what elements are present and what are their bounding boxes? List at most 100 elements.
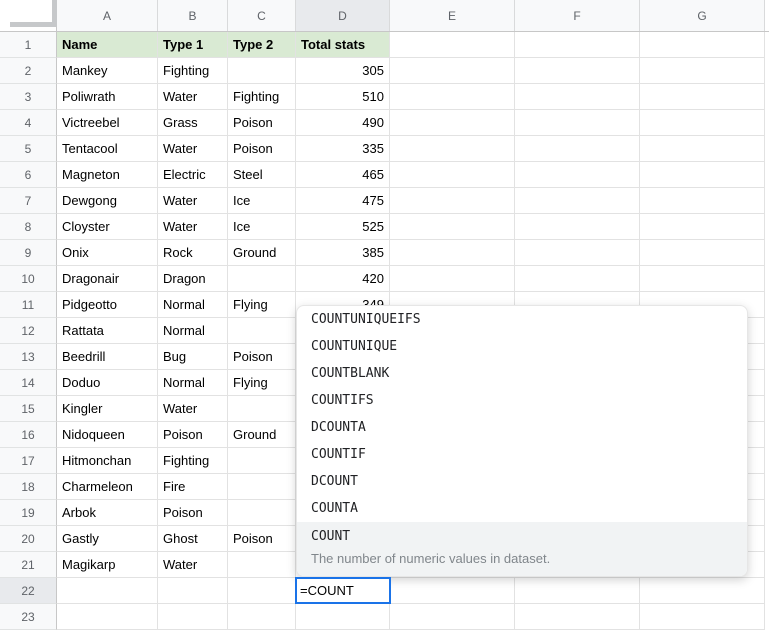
cell[interactable] <box>640 578 765 604</box>
autocomplete-item[interactable]: COUNTIFS <box>297 387 747 414</box>
cell[interactable] <box>390 136 515 162</box>
cell[interactable]: 525 <box>296 214 390 240</box>
cell[interactable] <box>515 58 640 84</box>
row-header[interactable]: 1 <box>0 32 57 58</box>
column-header[interactable]: B <box>158 0 228 31</box>
cell[interactable] <box>390 578 515 604</box>
cell[interactable] <box>390 84 515 110</box>
cell[interactable]: Water <box>158 552 228 578</box>
cell[interactable] <box>228 474 296 500</box>
cell[interactable]: Water <box>158 136 228 162</box>
cell[interactable] <box>640 188 765 214</box>
row-header[interactable]: 20 <box>0 526 57 552</box>
row-header[interactable]: 19 <box>0 500 57 526</box>
cell[interactable] <box>640 604 765 630</box>
cell[interactable]: Beedrill <box>57 344 158 370</box>
row-header[interactable]: 5 <box>0 136 57 162</box>
cell[interactable] <box>515 578 640 604</box>
cell[interactable] <box>640 84 765 110</box>
cell[interactable]: Type 1 <box>158 32 228 58</box>
cell[interactable]: Water <box>158 396 228 422</box>
cell[interactable]: Pidgeotto <box>57 292 158 318</box>
row-header[interactable]: 10 <box>0 266 57 292</box>
row-header[interactable]: 14 <box>0 370 57 396</box>
row-header[interactable]: 8 <box>0 214 57 240</box>
autocomplete-item[interactable]: COUNTUNIQUEIFS <box>297 306 747 333</box>
cell[interactable]: Dragon <box>158 266 228 292</box>
cell[interactable] <box>57 604 158 630</box>
cell[interactable]: Water <box>158 188 228 214</box>
cell[interactable]: Nidoqueen <box>57 422 158 448</box>
cell[interactable] <box>640 136 765 162</box>
cell[interactable]: Mankey <box>57 58 158 84</box>
cell[interactable] <box>390 32 515 58</box>
row-header[interactable]: 15 <box>0 396 57 422</box>
cell[interactable]: 420 <box>296 266 390 292</box>
cell[interactable] <box>390 214 515 240</box>
row-header[interactable]: 17 <box>0 448 57 474</box>
cell[interactable]: Water <box>158 84 228 110</box>
cell[interactable] <box>228 318 296 344</box>
row-header[interactable]: 4 <box>0 110 57 136</box>
cell[interactable] <box>640 32 765 58</box>
cell[interactable] <box>640 162 765 188</box>
cell[interactable]: Victreebel <box>57 110 158 136</box>
cell[interactable]: Poliwrath <box>57 84 158 110</box>
column-header[interactable]: F <box>515 0 640 31</box>
cell[interactable]: Tentacool <box>57 136 158 162</box>
row-header[interactable]: 11 <box>0 292 57 318</box>
cell[interactable]: Type 2 <box>228 32 296 58</box>
cell[interactable]: Poison <box>158 500 228 526</box>
cell[interactable] <box>640 214 765 240</box>
cell[interactable]: Fire <box>158 474 228 500</box>
row-header[interactable]: 2 <box>0 58 57 84</box>
cell[interactable]: Name <box>57 32 158 58</box>
cell[interactable] <box>390 604 515 630</box>
cell[interactable]: Magikarp <box>57 552 158 578</box>
cell[interactable] <box>390 58 515 84</box>
cell[interactable] <box>515 32 640 58</box>
cell[interactable] <box>640 266 765 292</box>
cell[interactable]: Poison <box>228 344 296 370</box>
cell[interactable] <box>228 266 296 292</box>
cell[interactable]: Bug <box>158 344 228 370</box>
cell[interactable]: Rattata <box>57 318 158 344</box>
cell[interactable]: 335 <box>296 136 390 162</box>
cell[interactable]: Doduo <box>57 370 158 396</box>
cell[interactable] <box>640 58 765 84</box>
autocomplete-item[interactable]: COUNTBLANK <box>297 360 747 387</box>
cell[interactable] <box>640 110 765 136</box>
active-cell-editor[interactable]: =COUNT <box>295 577 391 604</box>
cell[interactable] <box>515 214 640 240</box>
cell[interactable]: Hitmonchan <box>57 448 158 474</box>
cell[interactable] <box>515 162 640 188</box>
cell[interactable] <box>228 500 296 526</box>
cell[interactable] <box>57 578 158 604</box>
cell[interactable]: 510 <box>296 84 390 110</box>
cell[interactable] <box>390 266 515 292</box>
cell[interactable]: Flying <box>228 292 296 318</box>
cell[interactable]: Fighting <box>158 448 228 474</box>
cell[interactable]: Fighting <box>228 84 296 110</box>
cell[interactable] <box>640 240 765 266</box>
row-header[interactable]: 7 <box>0 188 57 214</box>
row-header[interactable]: 23 <box>0 604 57 630</box>
cell[interactable]: Magneton <box>57 162 158 188</box>
cell[interactable]: Grass <box>158 110 228 136</box>
cell[interactable] <box>228 396 296 422</box>
row-header[interactable]: 18 <box>0 474 57 500</box>
cell[interactable]: Charmeleon <box>57 474 158 500</box>
cell[interactable] <box>515 84 640 110</box>
cell[interactable] <box>158 578 228 604</box>
cell[interactable]: Kingler <box>57 396 158 422</box>
cell[interactable]: Poison <box>228 110 296 136</box>
cell[interactable]: Dragonair <box>57 266 158 292</box>
cell[interactable] <box>228 58 296 84</box>
cell[interactable]: Onix <box>57 240 158 266</box>
cell[interactable]: Water <box>158 214 228 240</box>
cell[interactable]: Normal <box>158 370 228 396</box>
autocomplete-item[interactable]: COUNTA <box>297 495 747 522</box>
cell[interactable] <box>390 240 515 266</box>
cell[interactable]: Poison <box>158 422 228 448</box>
cell[interactable]: 465 <box>296 162 390 188</box>
